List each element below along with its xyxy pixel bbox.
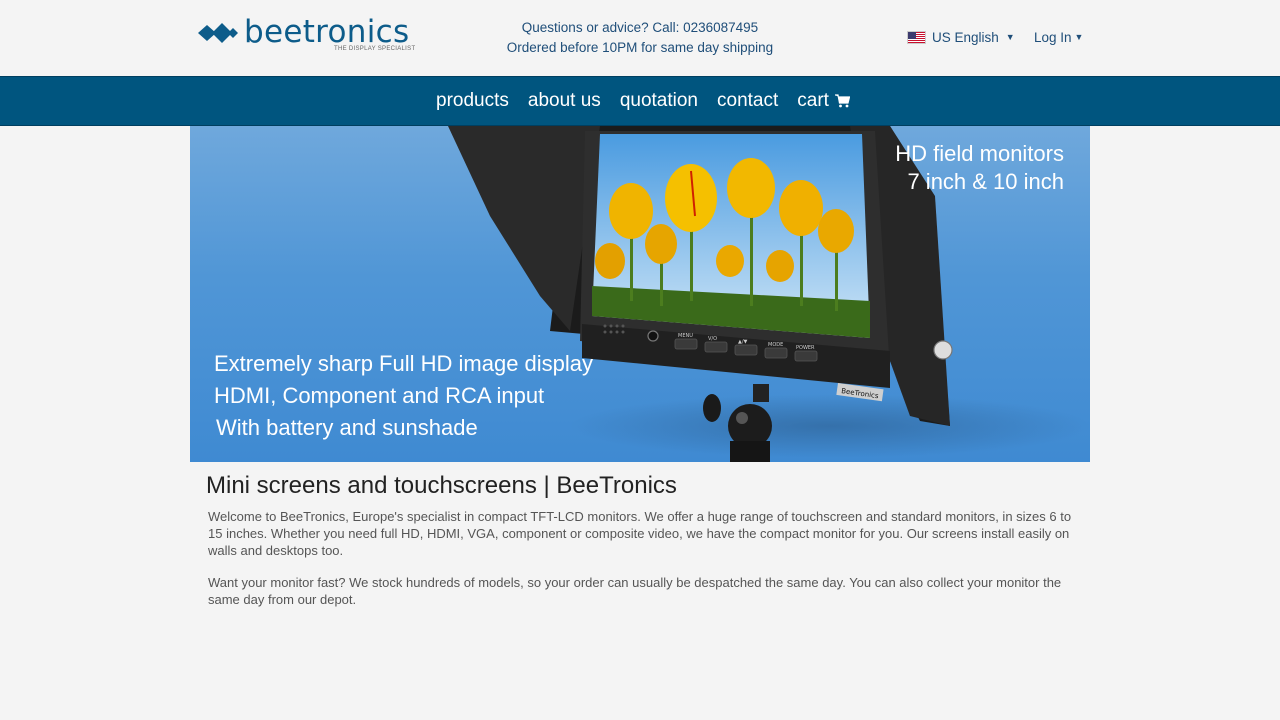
language-selector[interactable]: US English ▼ xyxy=(907,28,1015,46)
stock-paragraph: Want your monitor fast? We stock hundred… xyxy=(208,575,1062,607)
top-header: beetronics THE DISPLAY SPECIALIST Questi… xyxy=(0,0,1280,76)
banner-headline-line2: 7 inch & 10 inch xyxy=(907,169,1064,194)
svg-text:POWER: POWER xyxy=(796,345,815,351)
nav-contact[interactable]: contact xyxy=(717,90,778,112)
svg-text:▲/▼: ▲/▼ xyxy=(738,339,748,345)
intro-text-start: Welcome to BeeTronics, Europe's speciali… xyxy=(208,509,531,524)
chevron-down-icon: ▼ xyxy=(1005,32,1015,42)
banner-headline: HD field monitors 7 inch & 10 inch xyxy=(895,140,1064,196)
nav-quotation[interactable]: quotation xyxy=(620,90,698,112)
intro-paragraph: Welcome to BeeTronics, Europe's speciali… xyxy=(208,508,1074,559)
svg-text:MODE: MODE xyxy=(768,342,783,348)
svg-text:MENU: MENU xyxy=(678,333,693,339)
main-navigation: products about us quotation contact cart xyxy=(0,76,1280,126)
cart-icon xyxy=(834,94,850,108)
tft-lcd-link[interactable]: TFT-LCD xyxy=(530,509,583,524)
banner-headline-line1: HD field monitors xyxy=(895,141,1064,166)
page-title: Mini screens and touchscreens | BeeTroni… xyxy=(206,472,677,499)
banner-feature: Extremely sharp Full HD image display xyxy=(214,351,594,376)
logo-link[interactable]: beetronics THE DISPLAY SPECIALIST xyxy=(198,14,416,56)
banner-features: Extremely sharp Full HD image display HD… xyxy=(214,348,593,444)
shipping-notice-line: Ordered before 10PM for same day shippin… xyxy=(506,40,774,55)
nav-about-us[interactable]: about us xyxy=(528,90,601,112)
hero-banner[interactable]: MENU V/O ▲/▼ MODE POWER BeeTronics HD fi… xyxy=(190,126,1090,462)
chevron-down-icon: ▼ xyxy=(1074,32,1084,42)
contact-info: Questions or advice? Call: 0236087495 Or… xyxy=(470,18,810,58)
us-flag-icon xyxy=(907,30,926,44)
contact-phone-line: Questions or advice? Call: 0236087495 xyxy=(521,20,759,35)
svg-text:V/O: V/O xyxy=(708,336,717,342)
logo-tagline: THE DISPLAY SPECIALIST xyxy=(334,46,416,52)
login-dropdown[interactable]: Log In ▼ xyxy=(1034,28,1083,46)
nav-cart-label: cart xyxy=(797,90,829,111)
banner-feature: With battery and sunshade xyxy=(216,415,478,440)
language-label: US English xyxy=(932,29,999,45)
logo-mark-icon xyxy=(198,23,238,43)
nav-cart[interactable]: cart xyxy=(797,90,850,112)
nav-products[interactable]: products xyxy=(436,90,509,112)
logo-wordmark: beetronics xyxy=(244,14,410,50)
login-label: Log In xyxy=(1034,29,1072,45)
banner-feature: HDMI, Component and RCA input xyxy=(214,383,545,408)
